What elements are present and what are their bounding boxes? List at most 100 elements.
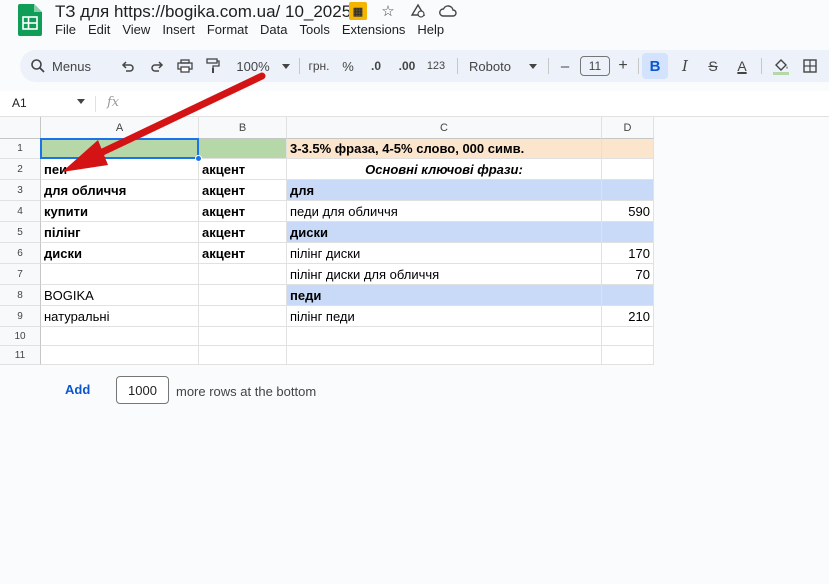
cell-a4[interactable]: купити [41,201,199,222]
cell-c3[interactable]: для [287,180,602,201]
row-header[interactable]: 5 [0,222,41,243]
cell-b4[interactable]: акцент [199,201,287,222]
cell-c11[interactable] [287,346,602,365]
column-header-a[interactable]: A [41,117,199,139]
document-title[interactable]: ТЗ для https://bogika.com.ua/ 10_2025 [55,2,351,22]
column-header-d[interactable]: D [602,117,654,139]
cell-c4[interactable]: педи для обличчя [287,201,602,222]
cell-a8[interactable]: BOGIKA [41,285,199,306]
cell-d1[interactable] [602,139,654,159]
cell-a5[interactable]: пілінг [41,222,199,243]
cell-a11[interactable] [41,346,199,365]
column-header-b[interactable]: B [199,117,287,139]
menu-extensions[interactable]: Extensions [336,22,412,37]
cell-a9[interactable]: натуральні [41,306,199,327]
cell-b9[interactable] [199,306,287,327]
font-size-input[interactable]: 11 [580,56,610,76]
sheets-logo-icon[interactable] [18,4,42,36]
cell-d5[interactable] [602,222,654,243]
cell-d8[interactable] [602,285,654,306]
row-header[interactable]: 2 [0,159,41,180]
row-header[interactable]: 10 [0,327,41,346]
cell-d3[interactable] [602,180,654,201]
cell-c7[interactable]: пілінг диски для обличчя [287,264,602,285]
menu-data[interactable]: Data [254,22,293,37]
increase-font-size-button[interactable]: + [615,50,631,82]
cell-d6[interactable]: 170 [602,243,654,264]
format-percent-button[interactable]: % [338,50,358,82]
bold-button[interactable]: B [642,53,668,79]
menu-format[interactable]: Format [201,22,254,37]
cell-b7[interactable] [199,264,287,285]
cell-b5[interactable]: акцент [199,222,287,243]
cell-d4[interactable]: 590 [602,201,654,222]
zoom-dropdown-icon[interactable] [280,50,292,82]
cell-c2[interactable]: Основні ключові фрази: [287,159,602,180]
fill-color-icon[interactable] [770,50,792,82]
cell-d11[interactable] [602,346,654,365]
row-header[interactable]: 4 [0,201,41,222]
cell-c6[interactable]: пілінг диски [287,243,602,264]
menu-help[interactable]: Help [411,22,450,37]
font-dropdown-icon[interactable] [527,50,539,82]
cell-a1[interactable] [41,139,199,159]
cell-c10[interactable] [287,327,602,346]
fill-handle[interactable] [195,155,202,162]
print-icon[interactable] [175,50,195,82]
column-header-c[interactable]: C [287,117,602,139]
cell-a10[interactable] [41,327,199,346]
cell-d10[interactable] [602,327,654,346]
name-box-dropdown-icon[interactable] [77,99,85,104]
cell-d2[interactable] [602,159,654,180]
decrease-decimals-button[interactable]: .0 [365,50,387,82]
cell-b8[interactable] [199,285,287,306]
cell-a6[interactable]: диски [41,243,199,264]
row-header[interactable]: 3 [0,180,41,201]
cell-c8[interactable]: педи [287,285,602,306]
borders-icon[interactable] [800,50,820,82]
row-header[interactable]: 8 [0,285,41,306]
row-header[interactable]: 11 [0,346,41,365]
row-header[interactable]: 7 [0,264,41,285]
strikethrough-button[interactable]: S [704,50,722,82]
cloud-saved-icon[interactable] [439,2,457,20]
name-box[interactable]: A1 [12,96,27,110]
cell-b6[interactable]: акцент [199,243,287,264]
cell-b1[interactable] [199,139,287,159]
increase-decimals-button[interactable]: .00 [394,50,420,82]
menu-file[interactable]: File [49,22,82,37]
menu-view[interactable]: View [116,22,156,37]
cell-d9[interactable]: 210 [602,306,654,327]
cell-c9[interactable]: пілінг педи [287,306,602,327]
menu-edit[interactable]: Edit [82,22,116,37]
decrease-font-size-button[interactable]: – [557,50,573,82]
text-color-button[interactable]: A [732,50,752,82]
cell-a7[interactable] [41,264,199,285]
row-header[interactable]: 6 [0,243,41,264]
cell-b11[interactable] [199,346,287,365]
cell-b10[interactable] [199,327,287,346]
star-icon[interactable]: ☆ [379,2,397,20]
zoom-select[interactable]: 100% [233,50,273,82]
undo-icon[interactable] [118,50,138,82]
italic-button[interactable]: I [676,50,694,82]
redo-icon[interactable] [147,50,167,82]
more-formats-button[interactable]: 123 [424,50,448,82]
move-to-folder-icon[interactable]: ▦ [349,2,367,20]
rows-count-input[interactable]: 1000 [116,376,169,404]
cell-c5[interactable]: диски [287,222,602,243]
menu-tools[interactable]: Tools [293,22,335,37]
cell-a3[interactable]: для обличчя [41,180,199,201]
paint-format-icon[interactable] [203,50,223,82]
cell-b2[interactable]: акцент [199,159,287,180]
row-header[interactable]: 1 [0,139,41,159]
cell-b3[interactable]: акцент [199,180,287,201]
add-rows-button[interactable]: Add [65,382,90,397]
search-menus-button[interactable]: Menus [30,50,110,82]
font-select[interactable]: Roboto [465,50,515,82]
row-header[interactable]: 9 [0,306,41,327]
format-currency-button[interactable]: грн. [305,50,333,82]
cell-a2[interactable]: пеи [41,159,199,180]
menu-insert[interactable]: Insert [156,22,201,37]
cell-c1[interactable]: 3-3.5% фраза, 4-5% слово, 000 симв. [287,139,602,159]
